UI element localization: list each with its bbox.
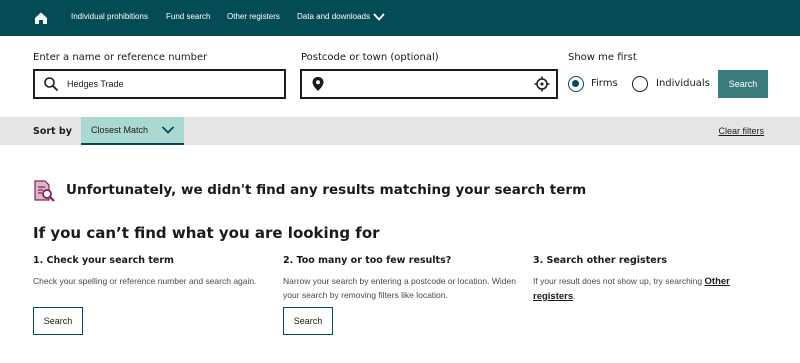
radio-individuals-label: Individuals xyxy=(656,78,710,89)
refine-search-button[interactable]: Search xyxy=(283,307,333,335)
retry-search-button[interactable]: Search xyxy=(33,307,83,335)
no-results-message: Unfortunately, we didn't find any result… xyxy=(66,182,587,198)
postcode-search-box[interactable] xyxy=(300,69,558,99)
help-col-2-title: 2. Too many or too few results? xyxy=(283,255,452,266)
search-icon xyxy=(44,77,59,92)
chevron-down-icon[interactable] xyxy=(373,12,385,22)
help-col-3-text: If your result does not show up, try sea… xyxy=(533,274,768,304)
help-col-2-text: Narrow your search by entering a postcod… xyxy=(283,276,516,300)
radio-individuals[interactable] xyxy=(632,76,648,92)
nav-other-registers[interactable]: Other registers xyxy=(227,12,280,21)
nav-data-and-downloads[interactable]: Data and downloads xyxy=(297,12,370,21)
postcode-label: Postcode or town (optional) xyxy=(301,52,439,63)
sort-dropdown[interactable]: Closest Match xyxy=(81,117,184,145)
show-me-first-label: Show me first xyxy=(568,52,637,63)
radio-firms-label: Firms xyxy=(591,78,618,89)
chevron-down-icon xyxy=(161,126,175,134)
postcode-input[interactable] xyxy=(334,76,524,92)
help-col-1-text: Check your spelling or reference number … xyxy=(33,276,257,286)
name-label: Enter a name or reference number xyxy=(33,52,208,63)
sort-by-label: Sort by xyxy=(33,126,72,137)
location-pin-icon xyxy=(312,77,324,91)
name-search-input[interactable] xyxy=(67,76,277,92)
crosshair-icon[interactable] xyxy=(534,76,550,92)
top-nav: Individual prohibitions Fund search Othe… xyxy=(0,0,800,36)
sort-dropdown-value: Closest Match xyxy=(91,125,149,135)
home-icon[interactable] xyxy=(33,10,49,26)
nav-fund-search[interactable]: Fund search xyxy=(166,12,210,21)
help-col-3-title: 3. Search other registers xyxy=(533,255,668,266)
clear-filters-link[interactable]: Clear filters xyxy=(718,126,764,136)
name-search-box[interactable] xyxy=(33,69,286,99)
help-col-3-body: If your result does not show up, try sea… xyxy=(533,276,703,286)
help-col-1-title: 1. Check your search term xyxy=(33,255,174,266)
document-search-icon xyxy=(34,180,55,202)
nav-individual-prohibitions[interactable]: Individual prohibitions xyxy=(71,12,148,21)
sort-bar: Sort by Closest Match Clear filters xyxy=(0,117,800,145)
help-col-3-suffix: . xyxy=(573,291,576,301)
search-button[interactable]: Search xyxy=(718,70,768,98)
radio-firms[interactable] xyxy=(568,76,584,92)
help-heading: If you can’t find what you are looking f… xyxy=(33,224,380,242)
